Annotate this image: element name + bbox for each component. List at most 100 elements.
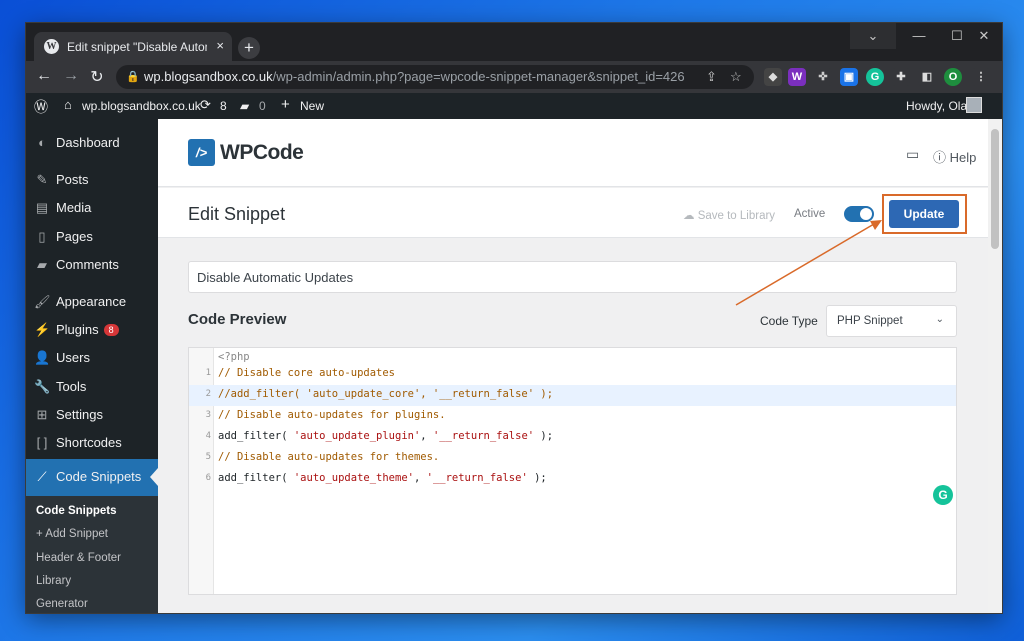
code-end: );	[534, 430, 554, 442]
submenu-generator[interactable]: Generator	[36, 598, 88, 610]
sidepanel-icon[interactable]: ◧	[918, 68, 936, 86]
active-menu-arrow	[150, 468, 158, 486]
new-tab-button[interactable]: +	[238, 37, 260, 59]
sidebar-item-media[interactable]: ▤ Media	[26, 194, 158, 222]
tab-close-icon[interactable]: ×	[216, 38, 224, 53]
browser-tab[interactable]: W Edit snippet "Disable Automatic U ×	[34, 32, 232, 61]
sidebar-item-settings[interactable]: ⊞ Settings	[26, 401, 158, 429]
sidebar-item-label: Media	[56, 200, 92, 215]
code-sep: ,	[420, 430, 433, 442]
toggle-knob	[860, 208, 872, 220]
update-button[interactable]: Update	[889, 200, 959, 228]
main-content: /> WPCode ▭ ⓘ Help Edit Snippet ☁ Save t…	[158, 119, 988, 613]
home-icon: ⌂	[64, 97, 72, 112]
updates-icon[interactable]: ⟳	[200, 97, 211, 113]
inbox-icon[interactable]: ▭	[906, 146, 919, 163]
share-icon[interactable]: ⇪	[706, 65, 717, 89]
code-text: // Disable auto-updates for themes.	[218, 451, 440, 463]
scrollbar-thumb[interactable]	[991, 129, 999, 249]
sidebar-item-dashboard[interactable]: ◐ Dashboard	[26, 129, 158, 157]
help-circle-icon: ⓘ	[933, 150, 947, 165]
browser-window: W Edit snippet "Disable Automatic U × + …	[26, 23, 1002, 613]
grammarly-icon[interactable]: G	[933, 485, 953, 505]
howdy-user[interactable]: Howdy, Ola	[906, 99, 967, 113]
tab-strip: W Edit snippet "Disable Automatic U × + …	[26, 23, 1002, 61]
sidebar-item-comments[interactable]: ▰ Comments	[26, 251, 158, 279]
save-to-library-button[interactable]: ☁ Save to Library	[683, 208, 775, 222]
line-number: 6	[205, 473, 211, 483]
back-icon[interactable]: ←	[34, 67, 54, 85]
sidebar-item-label: Settings	[56, 407, 103, 422]
new-link[interactable]: New	[300, 99, 324, 113]
menu-kebab-icon[interactable]: ⋮	[972, 68, 990, 86]
sidebar-item-appearance[interactable]: 🖌 Appearance	[26, 288, 158, 316]
code-line-active: 2 //add_filter( 'auto_update_core', '__r…	[189, 385, 956, 406]
sidebar-item-pages[interactable]: ▯ Pages	[26, 223, 158, 251]
active-label: Active	[794, 208, 826, 220]
expand-extension-icon[interactable]: ✜	[814, 68, 832, 86]
cloud-icon: ☁	[683, 210, 695, 222]
updates-count: 8	[220, 99, 227, 113]
sidebar-item-label: Tools	[56, 379, 87, 394]
reload-icon[interactable]: ↻	[87, 67, 107, 87]
tab-title: Edit snippet "Disable Automatic U	[67, 40, 207, 54]
code-text: add_filter( 'auto_update_plugin', '__ret…	[218, 430, 553, 442]
user-avatar[interactable]	[966, 97, 982, 113]
grammarly-extension-icon[interactable]: G	[866, 68, 884, 86]
code-sep: ,	[413, 472, 427, 484]
comment-icon: ▰	[37, 257, 47, 272]
page-scrollbar[interactable]	[988, 119, 1002, 613]
submenu-add-snippet[interactable]: + Add Snippet	[36, 528, 108, 540]
edit-snippet-bar: Edit Snippet ☁ Save to Library Active Up…	[158, 188, 988, 238]
code-line: 6 add_filter( 'auto_update_theme', '__re…	[189, 469, 956, 490]
code-text: // Disable core auto-updates	[218, 367, 396, 379]
sidebar-item-label: Plugins 8	[56, 322, 119, 337]
sidebar-item-plugins[interactable]: ⚡ Plugins 8	[26, 316, 158, 344]
forward-icon[interactable]: →	[61, 67, 81, 85]
site-name-link[interactable]: wp.blogsandbox.co.uk	[82, 99, 201, 113]
sidebar-item-label: Dashboard	[56, 135, 120, 150]
line-number: 3	[205, 410, 211, 420]
plus-icon: +	[281, 96, 290, 113]
media-icon: ▤	[35, 200, 49, 215]
sidebar-item-posts[interactable]: ✎ Posts	[26, 166, 158, 194]
sidebar-item-shortcodes[interactable]: [ ] Shortcodes	[26, 429, 158, 457]
sidebar-item-code-snippets[interactable]: ⟋ Code Snippets	[26, 459, 158, 496]
wpcode-logo-text: WPCode	[220, 141, 304, 164]
php-open-tag: <?php	[218, 351, 250, 363]
profile-avatar[interactable]: O	[944, 68, 962, 86]
sidebar-item-label: Appearance	[56, 294, 127, 309]
minimize-icon[interactable]: —	[896, 23, 942, 49]
wpcode-logo-icon: />	[188, 139, 215, 166]
url-path: /wp-admin/admin.php?page=wpcode-snippet-…	[272, 69, 685, 84]
code-string: '__return_false'	[432, 430, 535, 442]
sidebar-item-label: Code Snippets	[56, 469, 142, 484]
sidebar-item-users[interactable]: 👤 Users	[26, 344, 158, 372]
snippet-title-input[interactable]: Disable Automatic Updates	[188, 261, 957, 293]
page-title: Edit Snippet	[188, 204, 286, 224]
bookmark-star-icon[interactable]: ☆	[730, 65, 742, 89]
code-text: // Disable auto-updates for plugins.	[218, 409, 446, 421]
shield-extension-icon[interactable]: ◆	[764, 68, 782, 86]
submenu-code-snippets[interactable]: Code Snippets	[36, 505, 117, 517]
help-link[interactable]: ⓘ Help	[933, 147, 976, 166]
w-extension-icon[interactable]: W	[788, 68, 806, 86]
submenu-library[interactable]: Library	[36, 575, 71, 587]
tab-search-icon[interactable]: ⌄	[850, 23, 896, 49]
image-extension-icon[interactable]: ▣	[840, 68, 858, 86]
wpcode-header: /> WPCode ▭ ⓘ Help	[158, 119, 988, 187]
code-editor[interactable]: <?php 1 // Disable core auto-updates 2 /…	[188, 347, 957, 595]
comments-icon[interactable]: ▰	[240, 99, 249, 113]
code-string: 'auto_update_theme'	[293, 472, 414, 484]
submenu-header-footer[interactable]: Header & Footer	[36, 552, 121, 564]
code-string: '__return_false'	[426, 472, 528, 484]
wordpress-logo-icon[interactable]: Ⓦ	[34, 97, 48, 117]
active-toggle[interactable]	[844, 206, 874, 222]
puzzle-extension-icon[interactable]: ✚	[892, 68, 910, 86]
sidebar-item-tools[interactable]: 🔧 Tools	[26, 373, 158, 401]
address-bar[interactable]: 🔒 wp.blogsandbox.co.uk/wp-admin/admin.ph…	[116, 65, 754, 89]
code-text: //add_filter( 'auto_update_core', '__ret…	[218, 388, 554, 400]
close-window-icon[interactable]: ✕	[966, 23, 1002, 49]
code-type-select[interactable]: PHP Snippet ⌄	[826, 305, 957, 337]
sidebar-item-label: Comments	[56, 257, 119, 272]
